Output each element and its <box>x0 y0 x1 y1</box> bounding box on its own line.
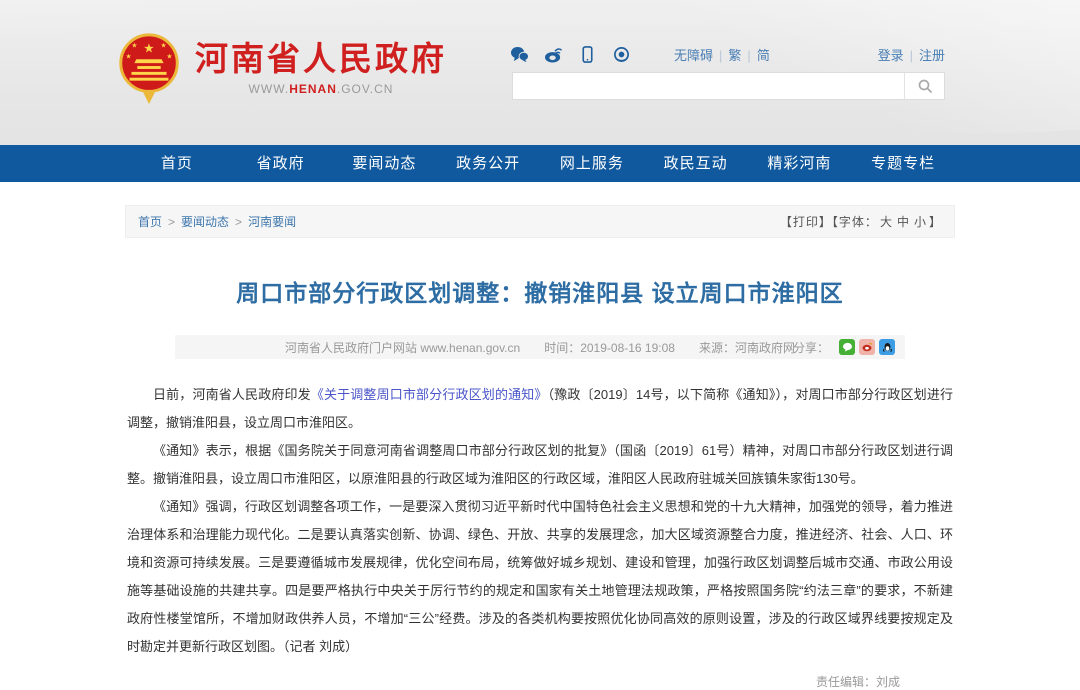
nav-item-news[interactable]: 要闻动态 <box>333 145 437 182</box>
meta-source: 来源：河南政府网 <box>699 339 795 356</box>
article-meta-bar: 河南省人民政府门户网站 www.henan.gov.cn 时间：2019-08-… <box>175 335 905 359</box>
headset-icon[interactable] <box>612 46 631 63</box>
font-size-prefix: 【字体： <box>832 215 878 229</box>
mobile-icon[interactable] <box>578 46 597 63</box>
breadcrumb-home[interactable]: 首页 <box>138 215 162 229</box>
register-link[interactable]: 注册 <box>919 48 945 63</box>
site-header: ★ ★ ★ ★ ★ 河南省人民政府 WWW.HENAN.GOV.CN <box>0 0 1080 145</box>
svg-text:★: ★ <box>131 43 137 50</box>
share-label: 分享： <box>793 339 829 356</box>
login-link[interactable]: 登录 <box>878 48 904 63</box>
separator: | <box>747 48 750 63</box>
breadcrumb-bar: 首页 > 要闻动态 > 河南要闻 【打印】【字体：大中小】 <box>125 205 955 238</box>
paragraph-3: 《通知》强调，行政区划调整各项工作，一是要深入贯彻习近平新时代中国特色社会主义思… <box>127 493 953 661</box>
site-url-www: WWW. <box>249 82 290 96</box>
article-body: 日前，河南省人民政府印发《关于调整周口市部分行政区划的通知》（豫政〔2019〕1… <box>127 381 953 661</box>
nav-item-gov-affairs[interactable]: 政务公开 <box>436 145 540 182</box>
breadcrumb-separator: > <box>168 215 175 229</box>
national-emblem-icon: ★ ★ ★ ★ ★ <box>117 30 181 106</box>
weibo-share-icon[interactable] <box>859 339 875 355</box>
article-title: 周口市部分行政区划调整：撤销淮阳县 设立周口市淮阳区 <box>155 274 925 308</box>
print-button[interactable]: 【打印】 <box>780 215 832 229</box>
site-url-rest: .GOV.CN <box>337 82 394 96</box>
site-url-henan: HENAN <box>289 82 337 96</box>
svg-text:★: ★ <box>161 43 167 50</box>
nav-item-online-services[interactable]: 网上服务 <box>540 145 644 182</box>
svg-text:★: ★ <box>143 41 154 55</box>
font-size-suffix: 】 <box>929 215 942 229</box>
separator: | <box>719 48 722 63</box>
breadcrumb-henan-news[interactable]: 河南要闻 <box>248 215 296 229</box>
svg-text:★: ★ <box>166 53 172 60</box>
accessibility-link[interactable]: 无障碍 <box>674 48 713 63</box>
search-bar <box>512 72 945 100</box>
traditional-link[interactable]: 繁 <box>728 48 741 63</box>
qq-share-icon[interactable] <box>879 339 895 355</box>
content-area: 首页 > 要闻动态 > 河南要闻 【打印】【字体：大中小】 周口市部分行政区划调整：撤销… <box>125 205 955 690</box>
font-size-small[interactable]: 小 <box>914 215 927 229</box>
breadcrumb-separator: > <box>235 215 242 229</box>
simplified-link[interactable]: 简 <box>757 48 770 63</box>
nav-item-wonderful-henan[interactable]: 精彩河南 <box>748 145 852 182</box>
auth-links: 登录 | 注册 <box>878 45 945 64</box>
search-icon <box>917 78 933 94</box>
weibo-icon[interactable] <box>544 46 563 63</box>
notice-document-link[interactable]: 《关于调整周口市部分行政区划的通知》 <box>311 387 548 402</box>
separator: | <box>910 48 913 63</box>
wechat-share-icon[interactable] <box>839 339 855 355</box>
search-input[interactable] <box>513 73 904 99</box>
nav-item-special-columns[interactable]: 专题专栏 <box>851 145 955 182</box>
main-nav: 首页 省政府 要闻动态 政务公开 网上服务 政民互动 精彩河南 专题专栏 <box>0 145 1080 182</box>
font-size-medium[interactable]: 中 <box>897 215 910 229</box>
share-group: 分享： <box>793 335 895 359</box>
breadcrumb-news[interactable]: 要闻动态 <box>181 215 229 229</box>
paragraph-2: 《通知》表示，根据《国务院关于同意河南省调整周口市部分行政区划的批复》（国函〔2… <box>127 437 953 493</box>
nav-item-interaction[interactable]: 政民互动 <box>644 145 748 182</box>
nav-item-home[interactable]: 首页 <box>125 145 229 182</box>
breadcrumb: 首页 > 要闻动态 > 河南要闻 <box>138 213 296 230</box>
paragraph-1: 日前，河南省人民政府印发《关于调整周口市部分行政区划的通知》（豫政〔2019〕1… <box>127 381 953 437</box>
meta-time: 时间：2019-08-16 19:08 <box>544 339 675 356</box>
meta-source-site: 河南省人民政府门户网站 www.henan.gov.cn <box>285 339 520 356</box>
svg-text:★: ★ <box>125 53 131 60</box>
paragraph-1-text: 日前，河南省人民政府印发 <box>153 387 311 402</box>
font-size-large[interactable]: 大 <box>880 215 893 229</box>
wechat-icon[interactable] <box>510 46 529 63</box>
search-button[interactable] <box>904 73 944 99</box>
page-tools: 【打印】【字体：大中小】 <box>780 213 942 230</box>
lang-switcher: 无障碍 | 繁 | 简 <box>674 45 770 64</box>
nav-item-provincial-gov[interactable]: 省政府 <box>229 145 333 182</box>
site-title: 河南省人民政府 <box>195 40 447 78</box>
site-logo[interactable]: ★ ★ ★ ★ ★ 河南省人民政府 WWW.HENAN.GOV.CN <box>117 30 447 106</box>
site-url: WWW.HENAN.GOV.CN <box>195 82 447 96</box>
